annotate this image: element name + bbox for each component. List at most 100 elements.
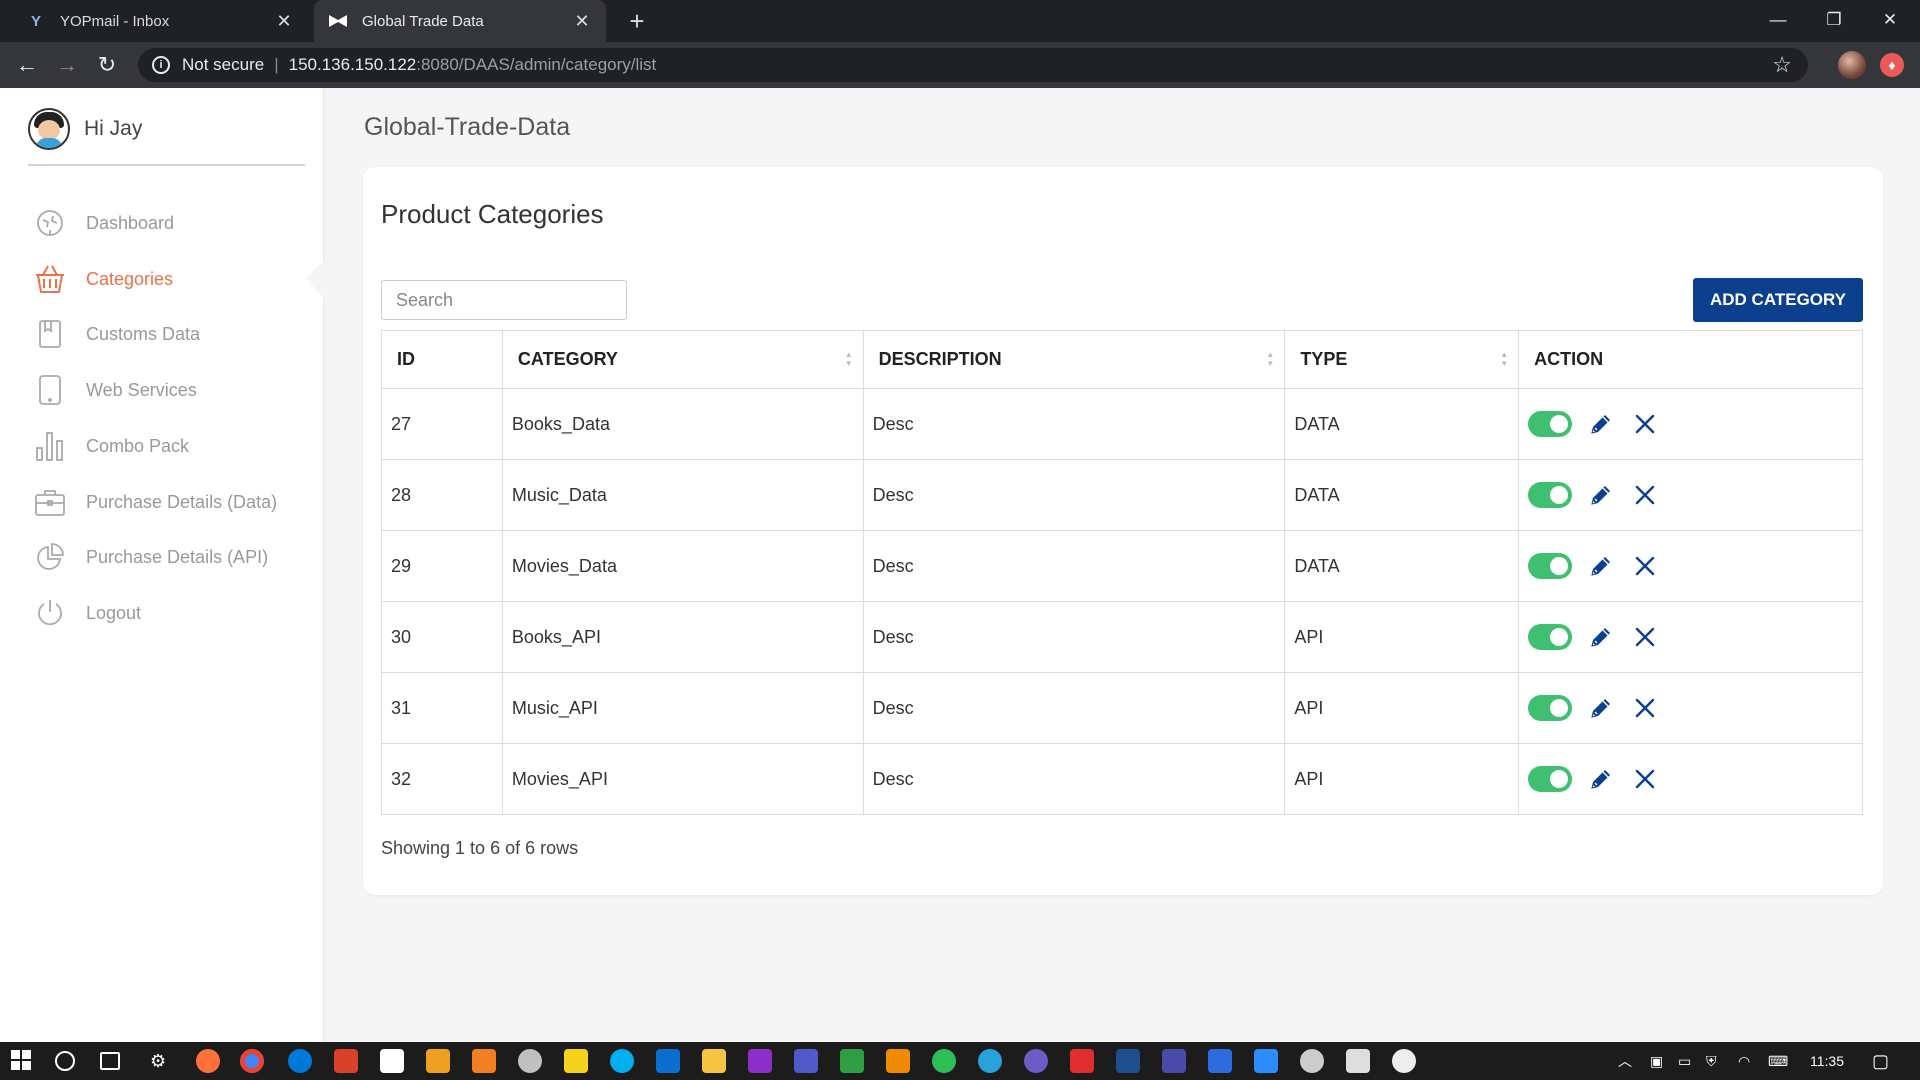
back-icon[interactable]: ← bbox=[12, 50, 42, 80]
status-toggle[interactable] bbox=[1528, 695, 1573, 721]
teams-icon[interactable] bbox=[794, 1049, 818, 1073]
edit-pencil-icon[interactable] bbox=[1586, 551, 1616, 581]
file-explorer-icon[interactable] bbox=[702, 1049, 726, 1073]
minimize-icon[interactable]: — bbox=[1750, 0, 1806, 40]
close-tab-icon[interactable]: ✕ bbox=[572, 11, 592, 31]
description-cell: Desc bbox=[862, 743, 1286, 815]
column-header-type[interactable]: TYPE ▲ ▼ bbox=[1284, 330, 1520, 389]
task-view-icon[interactable] bbox=[100, 1052, 120, 1070]
keyboard-icon[interactable]: ⌨ bbox=[1768, 1042, 1788, 1080]
app-icon[interactable] bbox=[1300, 1049, 1324, 1073]
address-bar[interactable]: i Not secure | 150.136.150.122 :8080/DAA… bbox=[138, 48, 1808, 82]
status-toggle[interactable] bbox=[1528, 766, 1573, 792]
sort-icon[interactable]: ▲ ▼ bbox=[845, 350, 853, 368]
id-cell: 28 bbox=[381, 459, 503, 531]
app-icon[interactable] bbox=[518, 1049, 542, 1073]
delete-x-icon[interactable] bbox=[1630, 693, 1660, 723]
close-window-icon[interactable]: ✕ bbox=[1862, 0, 1918, 40]
type-cell: DATA bbox=[1284, 388, 1520, 460]
app-icon[interactable] bbox=[1024, 1049, 1048, 1073]
search-input[interactable] bbox=[381, 280, 627, 320]
extension-icon[interactable]: ♦ bbox=[1880, 53, 1904, 77]
skype-icon[interactable] bbox=[610, 1049, 634, 1073]
battery-icon[interactable]: ▭ bbox=[1678, 1042, 1691, 1080]
wifi-icon[interactable]: ◠ bbox=[1738, 1042, 1750, 1080]
pie-chart-icon bbox=[34, 541, 66, 573]
app-icon[interactable] bbox=[1208, 1049, 1232, 1073]
firefox-icon[interactable] bbox=[196, 1049, 220, 1073]
app-icon[interactable] bbox=[380, 1049, 404, 1073]
sidebar-item-combo-pack[interactable]: Combo Pack bbox=[34, 430, 189, 462]
clock-time[interactable]: 11:35 bbox=[1810, 1042, 1844, 1080]
app-icon[interactable] bbox=[1392, 1049, 1416, 1073]
close-tab-icon[interactable]: ✕ bbox=[274, 11, 294, 31]
status-toggle[interactable] bbox=[1528, 482, 1573, 508]
delete-x-icon[interactable] bbox=[1630, 480, 1660, 510]
search-circle-icon[interactable] bbox=[55, 1051, 75, 1071]
sidebar: Hi Jay Dashboard Categories Customs Data… bbox=[0, 88, 324, 1042]
sublime-icon[interactable] bbox=[426, 1049, 450, 1073]
description-cell: Desc bbox=[862, 530, 1286, 602]
app-icon[interactable] bbox=[840, 1049, 864, 1073]
info-icon[interactable]: i bbox=[152, 56, 170, 74]
edit-pencil-icon[interactable] bbox=[1586, 409, 1616, 439]
outlook-icon[interactable] bbox=[656, 1049, 680, 1073]
windows-start-icon[interactable] bbox=[10, 1049, 34, 1073]
chrome-icon[interactable] bbox=[240, 1049, 264, 1073]
power-icon bbox=[34, 597, 66, 629]
app-icon[interactable] bbox=[1116, 1049, 1140, 1073]
reload-icon[interactable]: ↻ bbox=[92, 50, 122, 80]
restore-icon[interactable]: ❐ bbox=[1806, 0, 1862, 40]
edge-icon[interactable] bbox=[288, 1049, 312, 1073]
status-toggle[interactable] bbox=[1528, 411, 1573, 437]
notification-icon[interactable]: ▢ bbox=[1872, 1042, 1889, 1080]
sidebar-item-web-services[interactable]: Web Services bbox=[34, 374, 197, 406]
app-icon[interactable] bbox=[1162, 1049, 1186, 1073]
bookmark-star-icon[interactable]: ☆ bbox=[1772, 52, 1792, 78]
add-category-button[interactable]: ADD CATEGORY bbox=[1693, 278, 1863, 322]
app-icon[interactable] bbox=[932, 1049, 956, 1073]
new-tab-button[interactable]: + bbox=[622, 6, 652, 36]
id-cell: 31 bbox=[381, 672, 503, 744]
column-header-description[interactable]: DESCRIPTION ▲ ▼ bbox=[862, 330, 1286, 389]
row-actions bbox=[1528, 409, 1862, 439]
vlc-icon[interactable] bbox=[886, 1049, 910, 1073]
app-icon[interactable] bbox=[1346, 1049, 1370, 1073]
edit-pencil-icon[interactable] bbox=[1586, 764, 1616, 794]
sidebar-item-dashboard[interactable]: Dashboard bbox=[34, 207, 174, 239]
app-icon[interactable] bbox=[748, 1049, 772, 1073]
sort-icon[interactable]: ▲ ▼ bbox=[1500, 350, 1508, 368]
delete-x-icon[interactable] bbox=[1630, 409, 1660, 439]
sidebar-item-customs-data[interactable]: Customs Data bbox=[34, 318, 200, 350]
tab-global-trade-data[interactable]: Global Trade Data ✕ bbox=[314, 0, 606, 42]
edit-pencil-icon[interactable] bbox=[1586, 693, 1616, 723]
status-toggle[interactable] bbox=[1528, 553, 1573, 579]
sort-icon[interactable]: ▲ ▼ bbox=[1266, 350, 1274, 368]
sticky-notes-icon[interactable] bbox=[564, 1049, 588, 1073]
app-icon[interactable] bbox=[1070, 1049, 1094, 1073]
edit-pencil-icon[interactable] bbox=[1586, 480, 1616, 510]
status-toggle[interactable] bbox=[1528, 624, 1573, 650]
delete-x-icon[interactable] bbox=[1630, 622, 1660, 652]
app-icon[interactable] bbox=[472, 1049, 496, 1073]
sidebar-item-label: Web Services bbox=[86, 379, 197, 400]
zoom-icon[interactable] bbox=[1254, 1049, 1278, 1073]
sidebar-item-categories[interactable]: Categories bbox=[34, 263, 173, 295]
telegram-icon[interactable] bbox=[978, 1049, 1002, 1073]
column-header-category[interactable]: CATEGORY ▲ ▼ bbox=[501, 330, 864, 389]
tab-yopmail[interactable]: Y YOPmail - Inbox ✕ bbox=[12, 0, 308, 42]
tray-chevron-icon[interactable]: ︿ bbox=[1618, 1042, 1632, 1080]
sidebar-item-purchase-details-api[interactable]: Purchase Details (API) bbox=[34, 541, 268, 573]
app-icon[interactable] bbox=[334, 1049, 358, 1073]
delete-x-icon[interactable] bbox=[1630, 764, 1660, 794]
tray-icon[interactable]: ▣ bbox=[1650, 1042, 1663, 1080]
profile-avatar-icon[interactable] bbox=[1838, 51, 1866, 79]
sidebar-item-purchase-details-data[interactable]: Purchase Details (Data) bbox=[34, 486, 277, 518]
shield-icon[interactable]: ⛨ bbox=[1706, 1042, 1717, 1080]
delete-x-icon[interactable] bbox=[1630, 551, 1660, 581]
column-header-id[interactable]: ID bbox=[381, 330, 503, 389]
sidebar-item-logout[interactable]: Logout bbox=[34, 597, 141, 629]
edit-pencil-icon[interactable] bbox=[1586, 622, 1616, 652]
forward-icon[interactable]: → bbox=[52, 50, 82, 80]
settings-gear-icon[interactable]: ⚙ bbox=[150, 1042, 166, 1080]
